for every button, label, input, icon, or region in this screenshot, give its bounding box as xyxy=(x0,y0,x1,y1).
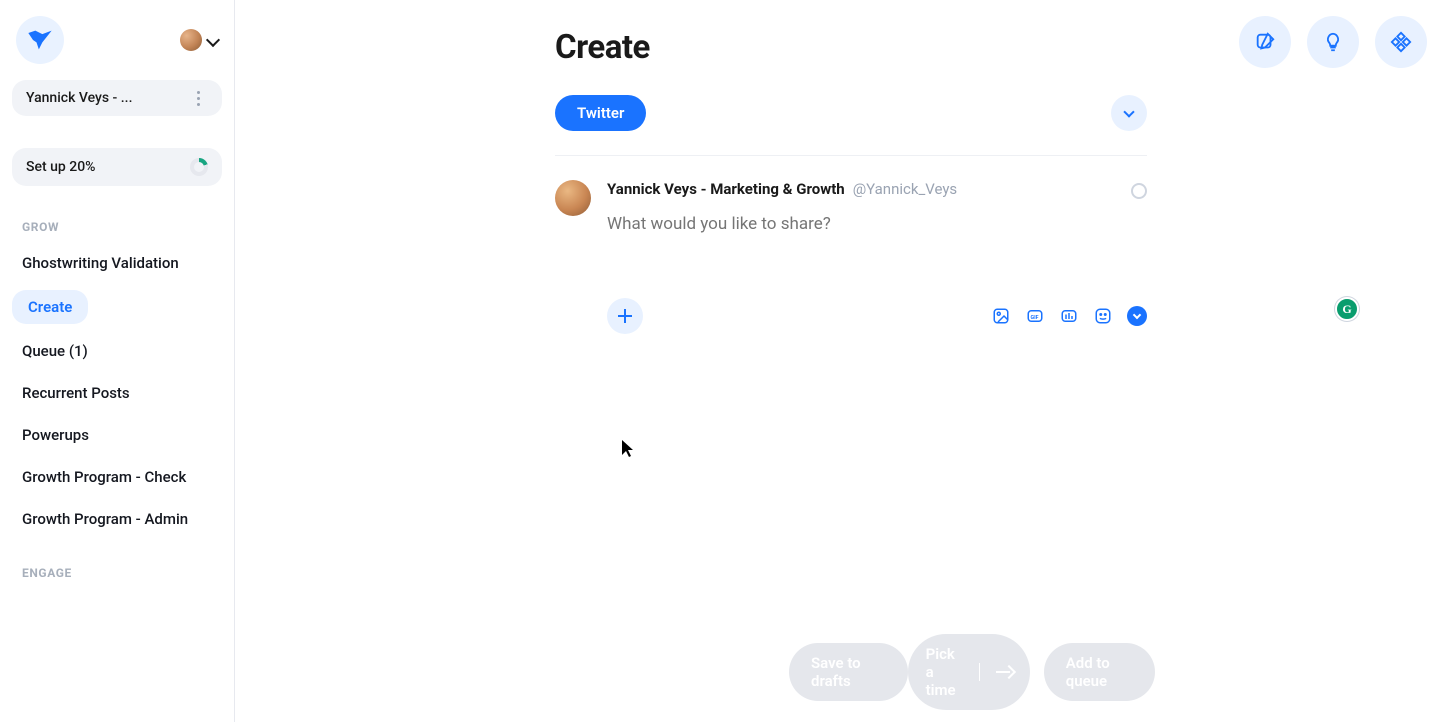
composer-handle: @Yannick_Veys xyxy=(853,180,957,198)
chevron-down-icon xyxy=(1133,311,1141,319)
bird-icon xyxy=(26,26,54,54)
save-drafts-button[interactable]: Save to drafts xyxy=(789,643,908,701)
add-to-queue-button[interactable]: Add to queue xyxy=(1044,643,1155,701)
profile-chip-label: Yannick Veys - ... xyxy=(26,90,132,106)
platform-row: Twitter xyxy=(555,95,1147,156)
add-thread-button[interactable] xyxy=(607,298,643,334)
ideas-button[interactable] xyxy=(1307,16,1359,68)
more-vertical-icon[interactable] xyxy=(188,91,208,106)
section-engage: ENGAGE xyxy=(12,566,222,580)
top-right-tools xyxy=(1239,16,1427,68)
avatar xyxy=(180,29,202,51)
composer-footer: GIF xyxy=(607,298,1147,334)
nav-grow: Ghostwriting Validation Create Queue (1)… xyxy=(12,242,222,540)
composer-name: Yannick Veys - Marketing & Growth xyxy=(607,180,845,198)
chevron-down-icon xyxy=(206,33,220,47)
nav-recurrent-posts[interactable]: Recurrent Posts xyxy=(12,372,222,414)
apps-button[interactable] xyxy=(1375,16,1427,68)
main: Create Twitter Yannick Veys - Marketing … xyxy=(235,0,1455,722)
image-icon[interactable] xyxy=(991,306,1011,326)
composer-avatar xyxy=(555,180,591,216)
composer-more-button[interactable] xyxy=(1127,306,1147,326)
app-logo[interactable] xyxy=(16,16,64,64)
nav-queue[interactable]: Queue (1) xyxy=(12,330,222,372)
nav-growth-program-check[interactable]: Growth Program - Check xyxy=(12,456,222,498)
platform-expand-button[interactable] xyxy=(1111,95,1147,131)
footer-actions: Save to drafts Pick a time Add to queue xyxy=(235,634,1455,710)
setup-progress-chip[interactable]: Set up 20% xyxy=(12,148,222,186)
compose-button[interactable] xyxy=(1239,16,1291,68)
poll-icon[interactable] xyxy=(1059,306,1079,326)
page-title: Create xyxy=(555,28,1147,67)
gif-icon[interactable]: GIF xyxy=(1025,306,1045,326)
profile-chip[interactable]: Yannick Veys - ... xyxy=(12,80,222,116)
composer-head: Yannick Veys - Marketing & Growth @Yanni… xyxy=(607,180,1147,198)
char-count-ring xyxy=(1131,183,1147,199)
edit-icon xyxy=(1254,31,1276,53)
account-switcher[interactable] xyxy=(180,29,218,51)
nav-growth-program-admin[interactable]: Growth Program - Admin xyxy=(12,498,222,540)
setup-progress-label: Set up 20% xyxy=(26,159,95,175)
sidebar-top xyxy=(12,10,222,78)
progress-ring-icon xyxy=(190,158,208,176)
grammarly-icon[interactable] xyxy=(1335,297,1359,321)
content: Create Twitter Yannick Veys - Marketing … xyxy=(555,0,1147,334)
lightbulb-icon xyxy=(1322,31,1344,53)
chevron-down-icon xyxy=(1123,106,1134,117)
diamond-grid-icon xyxy=(1390,31,1412,53)
nav-ghostwriting-validation[interactable]: Ghostwriting Validation xyxy=(12,242,222,284)
section-grow: GROW xyxy=(12,220,222,234)
composer-tools: GIF xyxy=(991,306,1147,326)
composer-input[interactable] xyxy=(607,214,1147,234)
nav-powerups[interactable]: Powerups xyxy=(12,414,222,456)
sidebar: Yannick Veys - ... Set up 20% GROW Ghost… xyxy=(0,0,235,722)
plus-icon xyxy=(618,309,632,323)
pick-time-button[interactable]: Pick a time xyxy=(908,634,1030,710)
emoji-icon[interactable] xyxy=(1093,306,1113,326)
arrow-right-icon xyxy=(979,663,1030,681)
composer: Yannick Veys - Marketing & Growth @Yanni… xyxy=(555,180,1147,334)
nav-create[interactable]: Create xyxy=(12,290,88,324)
platform-pill[interactable]: Twitter xyxy=(555,95,646,131)
svg-text:GIF: GIF xyxy=(1031,315,1039,321)
